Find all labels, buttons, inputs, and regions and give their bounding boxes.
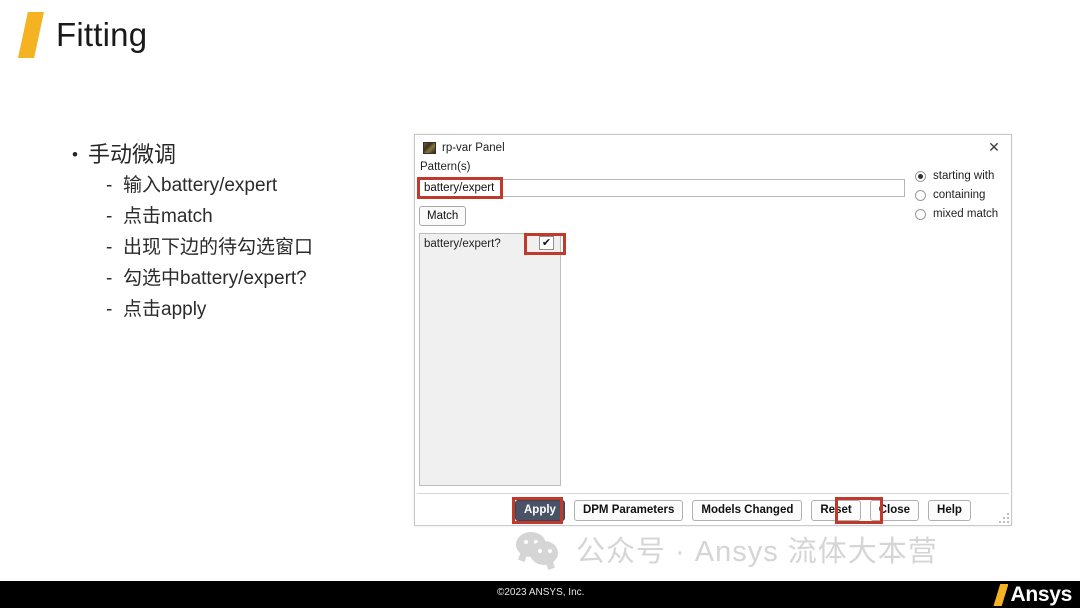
bullet-sub-list: - 输入battery/expert - 点击match - 出现下边的待勾选窗… <box>106 170 313 325</box>
help-button[interactable]: Help <box>928 500 971 521</box>
page-title: Fitting <box>18 12 147 58</box>
ansys-slash-icon <box>993 584 1009 606</box>
reset-button[interactable]: Reset <box>811 500 861 521</box>
radio-icon <box>915 189 926 201</box>
radio-label: containing <box>933 189 986 201</box>
bullet-main: • 手动微调 <box>72 140 313 170</box>
radio-icon <box>915 208 926 220</box>
dialog-button-row: Apply DPM Parameters Models Changed Rese… <box>515 500 971 521</box>
rp-var-panel-dialog: rp-var Panel ✕ Pattern(s) Match starting… <box>414 134 1012 526</box>
divider <box>417 493 1009 494</box>
radio-label: starting with <box>933 170 995 182</box>
dash-icon: - <box>106 206 113 227</box>
radio-icon-selected <box>915 170 926 182</box>
radio-label: mixed match <box>933 208 999 220</box>
radio-mixed-match[interactable]: mixed match <box>915 205 998 223</box>
dialog-title-label: rp-var Panel <box>442 142 505 154</box>
list-item: - 输入battery/expert <box>106 170 313 201</box>
ansys-logo: Ansys <box>993 583 1072 607</box>
apply-button[interactable]: Apply <box>515 500 565 521</box>
bullet-dot-icon: • <box>72 145 78 164</box>
bullet-sub-label: 点击match <box>123 206 213 227</box>
radio-containing[interactable]: containing <box>915 186 998 204</box>
radio-starting-with[interactable]: starting with <box>915 167 998 185</box>
checkbox-checked-icon[interactable]: ✔ <box>539 236 554 250</box>
bullet-sub-label: 输入battery/expert <box>123 175 278 196</box>
list-item: - 勾选中battery/expert? <box>106 263 313 294</box>
models-changed-button[interactable]: Models Changed <box>692 500 803 521</box>
dialog-titlebar: rp-var Panel <box>423 142 505 154</box>
list-item[interactable]: battery/expert? ✔ <box>420 233 566 255</box>
copyright-text: ©2023 ANSYS, Inc. <box>497 587 585 598</box>
page-title-text: Fitting <box>56 16 148 53</box>
ansys-slash-icon <box>18 12 44 58</box>
dash-icon: - <box>106 175 113 196</box>
bullet-sub-label: 点击apply <box>123 299 207 320</box>
dash-icon: - <box>106 299 113 320</box>
list-item-label: battery/expert? <box>424 237 501 250</box>
list-item: - 点击match <box>106 201 313 232</box>
pattern-input[interactable] <box>419 179 905 197</box>
ansys-wordmark: Ansys <box>1010 583 1072 606</box>
slide-canvas: Fitting • 手动微调 - 输入battery/expert - 点击ma… <box>0 0 1080 608</box>
footer-bar: ©2023 ANSYS, Inc. Ansys <box>0 581 1080 608</box>
match-mode-radio-group: starting with containing mixed match <box>915 167 998 224</box>
bullet-main-label: 手动微调 <box>88 142 177 167</box>
watermark-text: 公众号 · Ansys 流体大本营 <box>576 536 938 568</box>
dash-icon: - <box>106 268 113 289</box>
resize-grip[interactable] <box>996 510 1009 523</box>
dash-icon: - <box>106 237 113 258</box>
wechat-icon <box>516 532 562 566</box>
application-icon <box>423 142 436 154</box>
bullet-sub-label: 出现下边的待勾选窗口 <box>123 237 314 258</box>
variable-listbox[interactable]: battery/expert? ✔ <box>419 233 566 486</box>
close-button[interactable]: Close <box>869 500 920 521</box>
list-item: - 点击apply <box>106 294 313 325</box>
watermark: 公众号 · Ansys 流体大本营 <box>516 528 938 570</box>
close-icon[interactable]: ✕ <box>986 140 1002 156</box>
dpm-parameters-button[interactable]: DPM Parameters <box>573 500 684 521</box>
bullet-sub-label: 勾选中battery/expert? <box>123 268 307 289</box>
match-button[interactable]: Match <box>419 206 467 226</box>
pattern-label: Pattern(s) <box>420 161 471 173</box>
bullet-list: • 手动微调 - 输入battery/expert - 点击match - 出现… <box>72 140 313 325</box>
list-item: - 出现下边的待勾选窗口 <box>106 232 313 263</box>
